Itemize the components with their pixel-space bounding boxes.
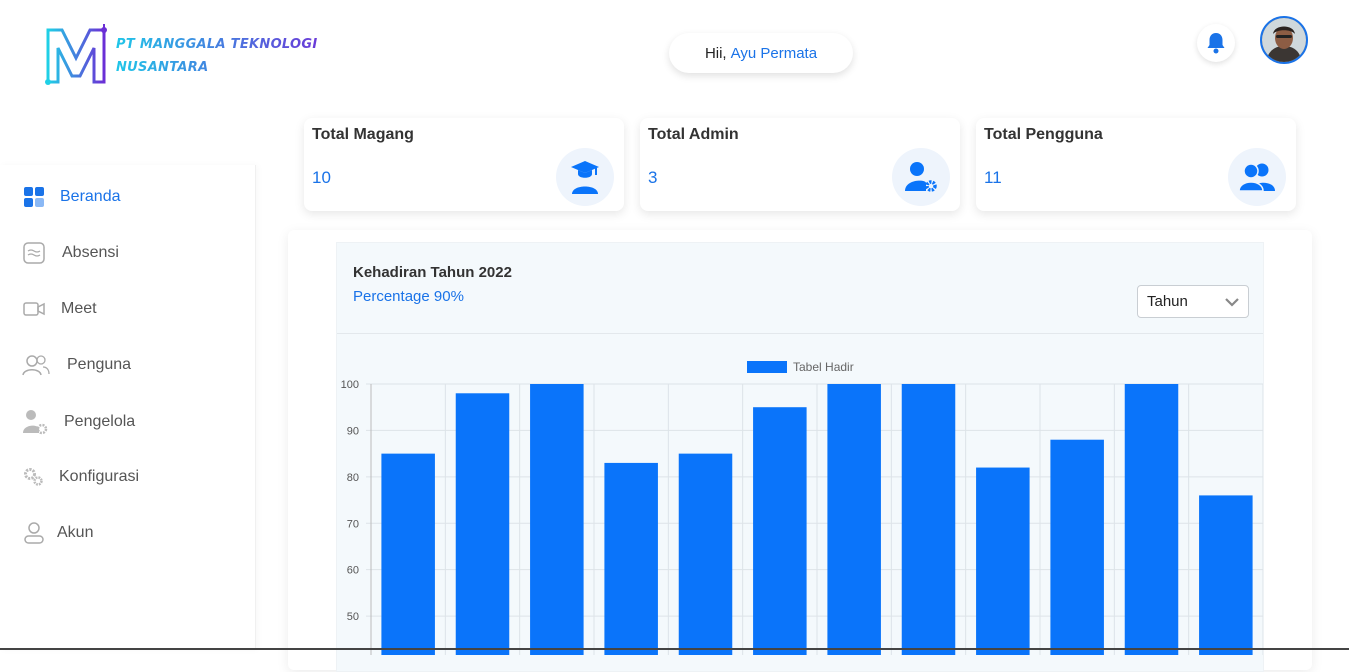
company-name: PT MANGGALA TEKNOLOGI NUSANTARA: [116, 33, 318, 79]
bar: [827, 384, 881, 655]
y-tick-label: 50: [347, 611, 359, 623]
y-tick-label: 70: [347, 518, 359, 530]
stat-value: 10: [312, 168, 331, 187]
grid-icon: [24, 187, 44, 207]
y-tick-label: 60: [347, 565, 359, 577]
bar: [753, 407, 807, 655]
greeting-pill: Hii, Ayu Permata: [669, 33, 853, 73]
user-gear-icon: [905, 162, 937, 192]
chart-header: Kehadiran Tahun 2022 Percentage 90% Tahu…: [337, 243, 1263, 334]
gears-icon: [24, 468, 43, 486]
bar: [530, 384, 584, 655]
sidebar-item-label: Akun: [57, 524, 94, 541]
bar: [1124, 384, 1179, 655]
bar: [901, 384, 956, 655]
notification-button[interactable]: [1197, 24, 1235, 62]
sidebar-item-absensi[interactable]: Absensi: [22, 241, 119, 265]
y-tick-label: 100: [341, 379, 359, 391]
attendance-bar-chart: 405060708090100Tabel Hadir: [341, 360, 1263, 655]
sidebar: Beranda Absensi Meet Penguna Pengelola K…: [0, 165, 256, 650]
sidebar-item-pengelola[interactable]: Pengelola: [22, 409, 135, 435]
chart-title: Kehadiran Tahun 2022: [353, 264, 512, 281]
legend-label: Tabel Hadir: [793, 360, 854, 374]
company-name-line1: PT MANGGALA TEKNOLOGI: [116, 37, 318, 52]
stat-icon-wrap: [1228, 148, 1286, 206]
stat-title: Total Pengguna: [984, 126, 1103, 143]
y-tick-label: 80: [347, 472, 359, 484]
profile-avatar[interactable]: [1260, 16, 1308, 64]
sidebar-item-label: Beranda: [60, 188, 121, 205]
chevron-down-icon: [1225, 298, 1239, 307]
graduate-icon: [571, 161, 599, 194]
attendance-chart-card: Kehadiran Tahun 2022 Percentage 90% Tahu…: [336, 242, 1264, 672]
bar: [1199, 495, 1253, 655]
sidebar-item-label: Konfigurasi: [59, 468, 140, 485]
period-select[interactable]: Tahun: [1137, 285, 1249, 318]
bar: [976, 467, 1030, 655]
sidebar-item-meet[interactable]: Meet: [22, 297, 97, 321]
logo-mark-icon: [45, 24, 107, 85]
company-logo[interactable]: PT MANGGALA TEKNOLOGI NUSANTARA: [42, 24, 318, 88]
user-name: Ayu Permata: [730, 44, 818, 62]
stat-card-pengguna: Total Pengguna 11: [976, 118, 1296, 211]
sidebar-item-label: Penguna: [67, 356, 132, 373]
stat-card-admin: Total Admin 3: [640, 118, 960, 211]
stat-icon-wrap: [892, 148, 950, 206]
stat-icon-wrap: [556, 148, 614, 206]
greeting-prefix: Hii,: [704, 44, 727, 62]
users-icon: [1238, 163, 1275, 192]
attendance-icon: [23, 242, 45, 264]
bar: [381, 453, 435, 655]
stat-value: 3: [648, 168, 658, 187]
bell-icon: [1207, 33, 1225, 54]
user-icon: [24, 522, 44, 544]
sidebar-item-akun[interactable]: Akun: [22, 521, 93, 545]
attendance-panel: Kehadiran Tahun 2022 Percentage 90% Tahu…: [288, 230, 1312, 672]
stat-card-magang: Total Magang 10: [304, 118, 624, 211]
sidebar-item-penguna[interactable]: Penguna: [22, 353, 131, 377]
chart-percentage: Percentage 90%: [353, 288, 464, 305]
period-select-value: Tahun: [1147, 293, 1188, 310]
bar: [1050, 439, 1104, 655]
user-avatar: [1262, 18, 1306, 62]
user-gear-icon: [23, 410, 48, 435]
sidebar-item-label: Meet: [61, 300, 97, 317]
bar: [455, 393, 510, 655]
bar: [604, 462, 658, 655]
bar: [678, 453, 733, 655]
y-tick-label: 90: [347, 425, 359, 437]
video-icon: [23, 302, 45, 316]
users-icon: [22, 355, 50, 376]
sidebar-item-konfigurasi[interactable]: Konfigurasi: [22, 465, 139, 489]
stat-title: Total Magang: [312, 126, 414, 143]
stat-value: 11: [984, 168, 1002, 187]
legend-swatch: [747, 361, 787, 373]
sidebar-item-beranda[interactable]: Beranda: [22, 185, 121, 209]
sidebar-item-label: Pengelola: [64, 413, 136, 430]
stat-title: Total Admin: [648, 126, 739, 143]
sidebar-item-label: Absensi: [62, 244, 119, 261]
company-name-line2: NUSANTARA: [116, 60, 209, 75]
